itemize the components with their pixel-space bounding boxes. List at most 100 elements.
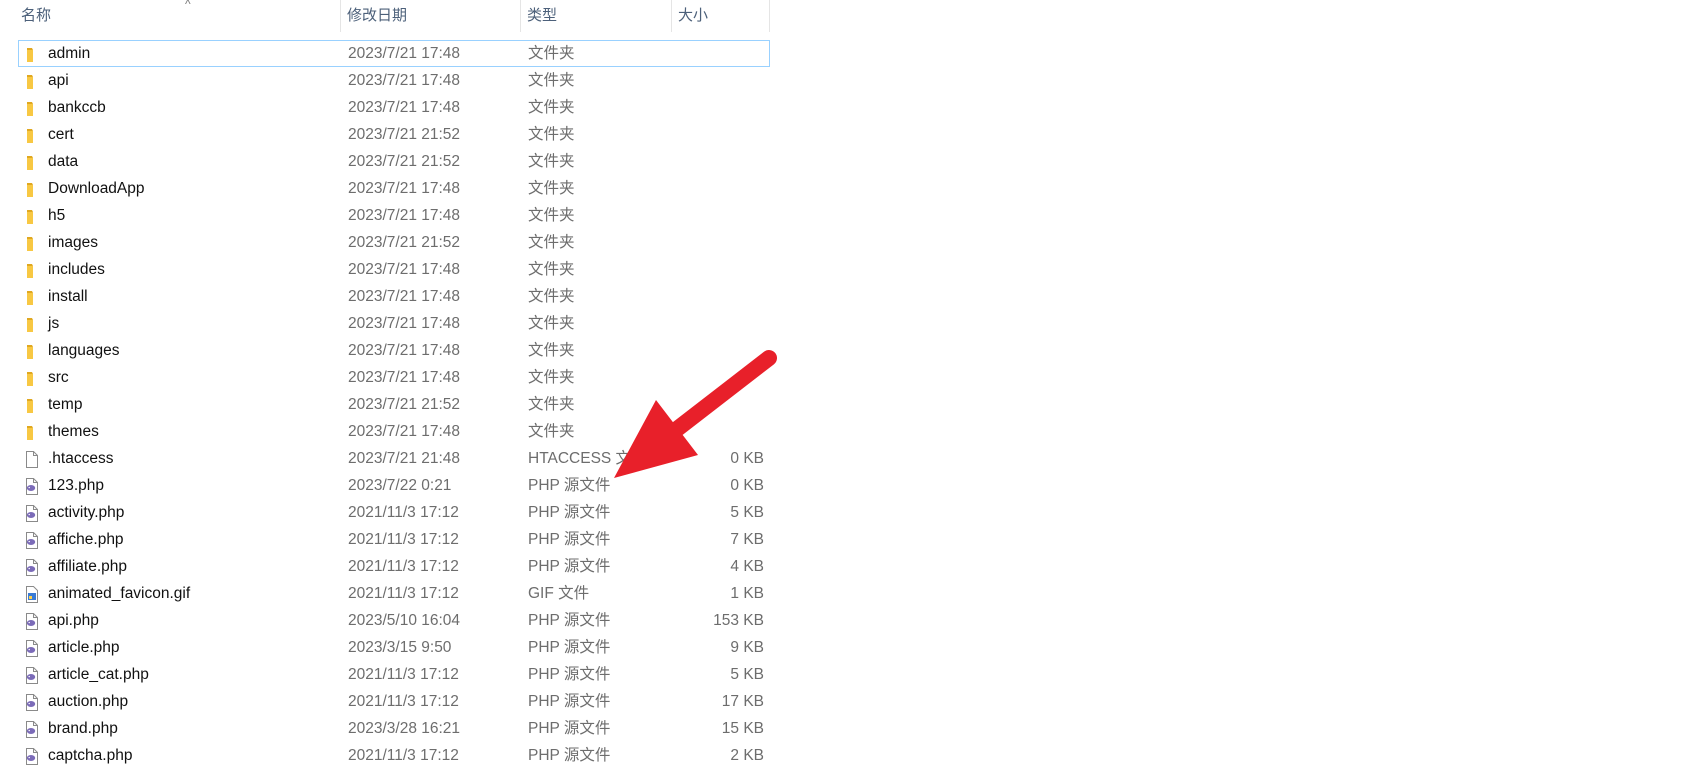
column-header-name[interactable]: 名称 ^	[15, 0, 341, 32]
file-type: GIF 文件	[528, 585, 590, 602]
folder-icon	[24, 180, 40, 197]
column-header-size-label: 大小	[678, 7, 709, 24]
php-file-icon	[24, 666, 40, 684]
php-file-icon	[24, 504, 40, 522]
file-row[interactable]: install 2023/7/21 17:48 文件夹	[18, 283, 770, 310]
file-row[interactable]: 123.php 2023/7/22 0:21 PHP 源文件 0 KB	[18, 472, 770, 499]
file-type: PHP 源文件	[528, 693, 611, 710]
file-row[interactable]: languages 2023/7/21 17:48 文件夹	[18, 337, 770, 364]
file-name: affiliate.php	[48, 558, 127, 575]
file-row[interactable]: article.php 2023/3/15 9:50 PHP 源文件 9 KB	[18, 634, 770, 661]
php-file-icon	[24, 531, 40, 549]
file-modified-date: 2021/11/3 17:12	[348, 585, 459, 602]
folder-icon	[24, 126, 40, 143]
file-name: 123.php	[48, 477, 105, 494]
file-type: 文件夹	[528, 423, 575, 440]
file-row[interactable]: api 2023/7/21 17:48 文件夹	[18, 67, 770, 94]
file-modified-date: 2023/7/21 17:48	[348, 288, 461, 305]
file-row[interactable]: h5 2023/7/21 17:48 文件夹	[18, 202, 770, 229]
column-header-date[interactable]: 修改日期	[341, 0, 521, 32]
sort-ascending-icon: ^	[185, 0, 191, 11]
file-row[interactable]: brand.php 2023/3/28 16:21 PHP 源文件 15 KB	[18, 715, 770, 742]
file-row[interactable]: DownloadApp 2023/7/21 17:48 文件夹	[18, 175, 770, 202]
file-modified-date: 2023/7/21 21:52	[348, 153, 461, 170]
file-row[interactable]: src 2023/7/21 17:48 文件夹	[18, 364, 770, 391]
column-header-type[interactable]: 类型	[521, 0, 672, 32]
file-modified-date: 2023/7/21 21:52	[348, 396, 461, 413]
file-name: api	[48, 72, 69, 89]
file-type: 文件夹	[528, 369, 575, 386]
file-size: 15 KB	[721, 720, 764, 737]
file-row[interactable]: affiliate.php 2021/11/3 17:12 PHP 源文件 4 KB	[18, 553, 770, 580]
file-row[interactable]: bankccb 2023/7/21 17:48 文件夹	[18, 94, 770, 121]
file-name: cert	[48, 126, 74, 143]
file-type: HTACCESS 文	[528, 450, 632, 467]
file-modified-date: 2023/7/21 17:48	[348, 369, 461, 386]
file-name: data	[48, 153, 79, 170]
file-row[interactable]: temp 2023/7/21 21:52 文件夹	[18, 391, 770, 418]
file-explorer: 名称 ^ 修改日期 类型 大小 admin 2023/7/21 17:48 文件夹 a…	[0, 0, 1698, 765]
file-name: admin	[48, 45, 91, 62]
file-row[interactable]: auction.php 2021/11/3 17:12 PHP 源文件 17 KB	[18, 688, 770, 715]
file-size: 153 KB	[713, 612, 764, 629]
folder-icon	[24, 153, 40, 170]
folder-icon	[24, 342, 40, 359]
file-row[interactable]: .htaccess 2023/7/21 21:48 HTACCESS 文 0 KB	[18, 445, 770, 472]
gif-file-icon	[24, 585, 40, 603]
file-type: 文件夹	[528, 207, 575, 224]
folder-icon	[24, 234, 40, 251]
file-modified-date: 2023/7/21 21:52	[348, 126, 461, 143]
file-row[interactable]: themes 2023/7/21 17:48 文件夹	[18, 418, 770, 445]
folder-icon	[24, 261, 40, 278]
file-row[interactable]: admin 2023/7/21 17:48 文件夹	[18, 40, 770, 67]
file-modified-date: 2023/7/21 17:48	[348, 315, 461, 332]
column-header-type-label: 类型	[527, 7, 558, 24]
file-row[interactable]: images 2023/7/21 21:52 文件夹	[18, 229, 770, 256]
file-name: .htaccess	[48, 450, 114, 467]
file-row[interactable]: js 2023/7/21 17:48 文件夹	[18, 310, 770, 337]
file-row[interactable]: cert 2023/7/21 21:52 文件夹	[18, 121, 770, 148]
file-modified-date: 2023/7/21 21:48	[348, 450, 461, 467]
file-row[interactable]: article_cat.php 2021/11/3 17:12 PHP 源文件 5 K…	[18, 661, 770, 688]
file-row[interactable]: affiche.php 2021/11/3 17:12 PHP 源文件 7 KB	[18, 526, 770, 553]
file-type: 文件夹	[528, 45, 575, 62]
file-size: 7 KB	[730, 531, 764, 548]
file-type: 文件夹	[528, 315, 575, 332]
file-name: auction.php	[48, 693, 129, 710]
folder-icon	[24, 423, 40, 440]
file-modified-date: 2023/3/15 9:50	[348, 639, 452, 656]
file-name: languages	[48, 342, 120, 359]
file-size: 9 KB	[730, 639, 764, 656]
file-name: src	[48, 369, 69, 386]
file-type: PHP 源文件	[528, 639, 611, 656]
file-modified-date: 2023/7/22 0:21	[348, 477, 452, 494]
file-modified-date: 2023/7/21 17:48	[348, 423, 461, 440]
file-size: 2 KB	[730, 747, 764, 764]
file-row[interactable]: activity.php 2021/11/3 17:12 PHP 源文件 5 KB	[18, 499, 770, 526]
file-size: 17 KB	[721, 693, 764, 710]
file-type: PHP 源文件	[528, 531, 611, 548]
file-type: 文件夹	[528, 180, 575, 197]
file-name: DownloadApp	[48, 180, 145, 197]
file-name: activity.php	[48, 504, 125, 521]
php-file-icon	[24, 720, 40, 738]
file-size: 5 KB	[730, 666, 764, 683]
file-row[interactable]: data 2023/7/21 21:52 文件夹	[18, 148, 770, 175]
php-file-icon	[24, 639, 40, 657]
file-name: api.php	[48, 612, 99, 629]
file-row[interactable]: includes 2023/7/21 17:48 文件夹	[18, 256, 770, 283]
file-type: PHP 源文件	[528, 666, 611, 683]
file-size: 0 KB	[730, 450, 764, 467]
file-row[interactable]: api.php 2023/5/10 16:04 PHP 源文件 153 KB	[18, 607, 770, 634]
file-modified-date: 2021/11/3 17:12	[348, 531, 459, 548]
file-name: install	[48, 288, 88, 305]
php-file-icon	[24, 477, 40, 495]
file-name: bankccb	[48, 99, 106, 116]
file-row[interactable]: animated_favicon.gif 2021/11/3 17:12 GIF 文…	[18, 580, 770, 607]
file-name: brand.php	[48, 720, 118, 737]
file-row[interactable]: captcha.php 2021/11/3 17:12 PHP 源文件 2 KB	[18, 742, 770, 769]
folder-icon	[24, 99, 40, 116]
file-modified-date: 2023/7/21 17:48	[348, 261, 461, 278]
column-header-size[interactable]: 大小	[672, 0, 770, 32]
column-header-date-label: 修改日期	[347, 7, 408, 24]
